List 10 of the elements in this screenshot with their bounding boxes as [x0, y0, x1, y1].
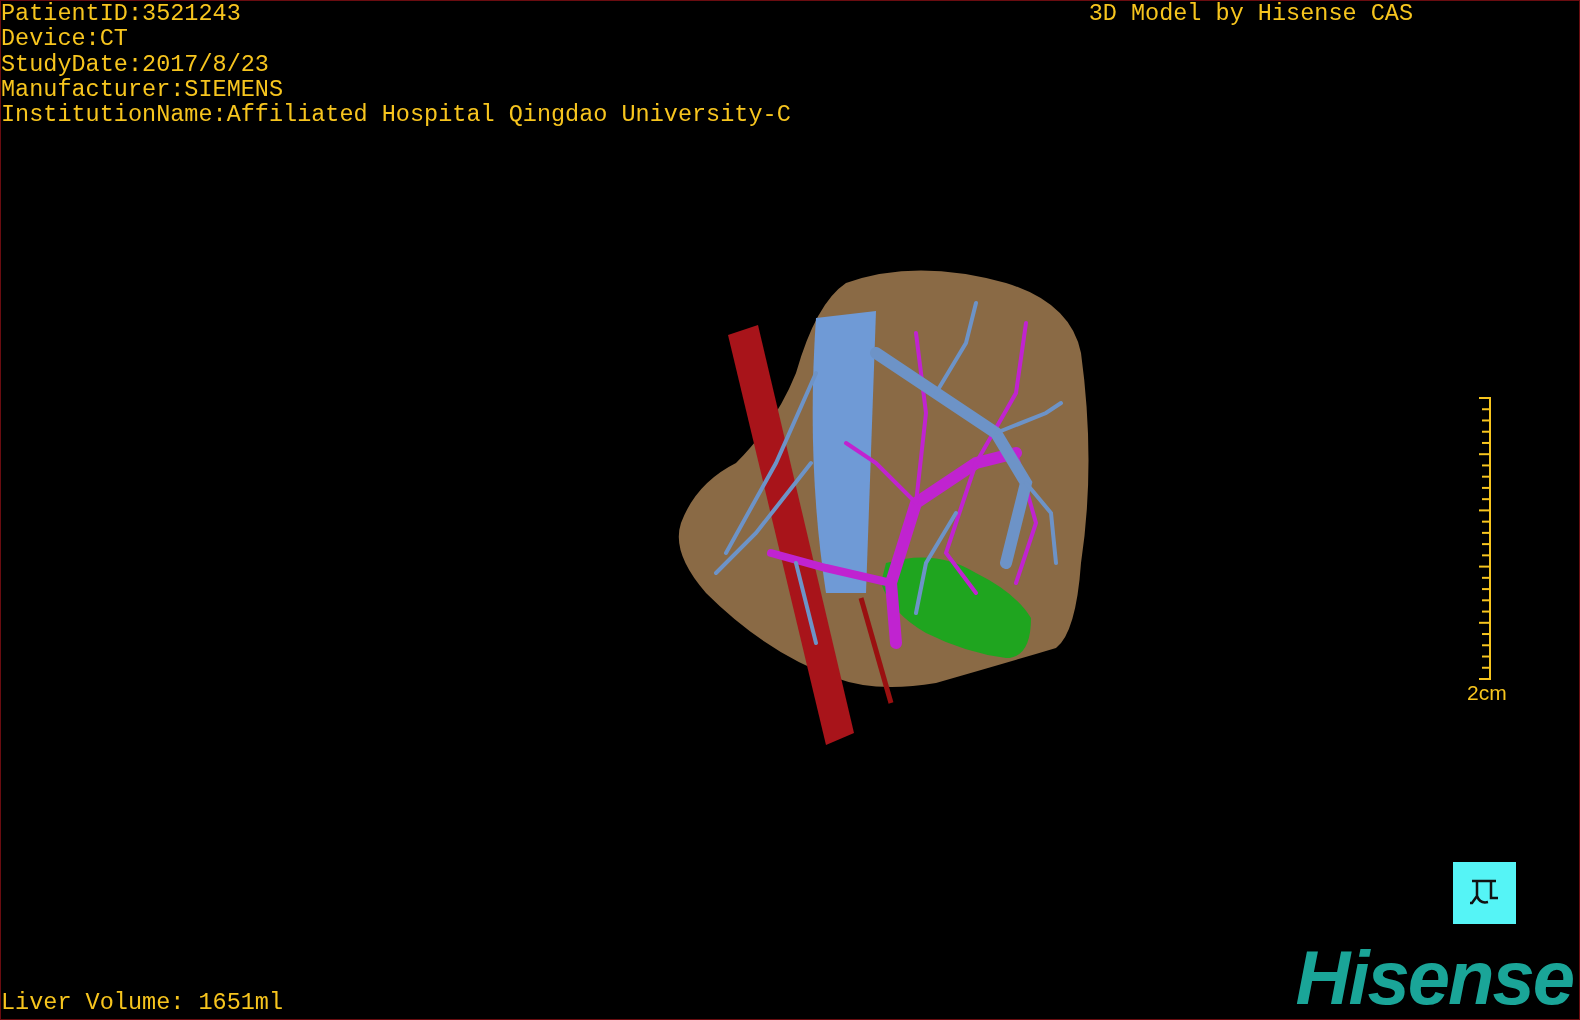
info-line: StudyDate:2017/8/23 [1, 51, 270, 77]
liver-volume-text: Liver Volume: 1651ml [1, 989, 284, 1015]
view-tool-button[interactable] [1453, 862, 1516, 924]
info-line: InstitutionName:Affiliated Hospital Qingdao University-C [1, 102, 791, 128]
hisense-logo: Hisense [1295, 943, 1573, 1013]
scale-label: 2cm [1467, 682, 1507, 704]
info-line: Device:CT [1, 26, 129, 52]
info-line: PatientID:3521243 [1, 1, 242, 27]
info-line: Manufacturer:SIEMENS [1, 76, 285, 103]
model-title: 3D Model by Hisense CAS [1088, 1, 1413, 27]
